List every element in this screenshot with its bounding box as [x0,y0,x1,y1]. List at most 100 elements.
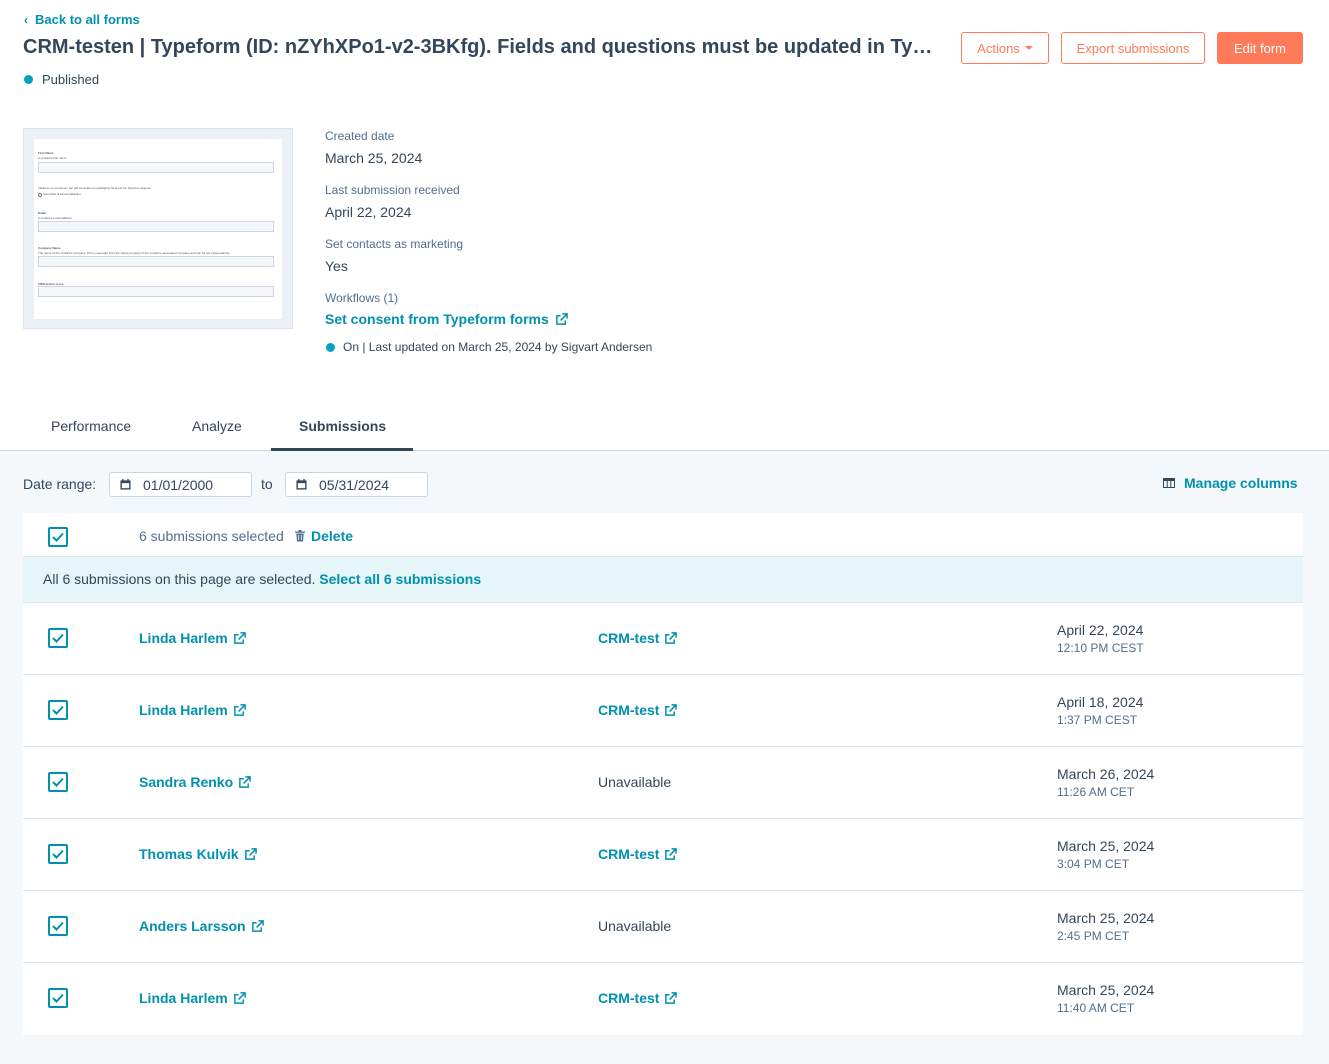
external-link-icon [239,775,251,788]
selection-bar: 6 submissions selected Delete [23,513,1303,557]
workflow-link[interactable]: Set consent from Typeform forms [325,311,568,327]
submission-date: April 22, 2024 [1057,622,1144,638]
submission-time: 11:40 AM CET [1057,1001,1135,1015]
actions-button-label: Actions [977,40,1020,56]
contact-link[interactable]: Linda Harlem [139,702,246,718]
delete-button[interactable]: Delete [295,528,353,544]
manage-columns-label: Manage columns [1184,475,1298,491]
external-link-icon [233,991,246,1004]
date-from-input[interactable]: 01/01/2000 [109,472,252,497]
external-link-icon [251,919,264,932]
calendar-icon [120,479,131,490]
date-to-label: to [261,476,273,492]
caret-down-icon [1024,46,1033,50]
status-dot-icon [326,342,335,352]
workflow-status: On | Last updated on March 25, 2024 by S… [326,340,652,354]
delete-label: Delete [311,528,354,544]
row-checkbox[interactable] [48,916,68,936]
created-date-value: March 25, 2024 [325,150,423,166]
form-name: CRM-test [598,990,660,1006]
form-preview-thumbnail: First Name A contact's first name Indike… [23,128,293,329]
workflow-link-label: Set consent from Typeform forms [325,311,549,327]
tab-performance[interactable]: Performance [51,418,131,434]
form-cell: Unavailable [598,918,671,934]
preview-field-input [38,221,274,232]
form-name: Unavailable [598,918,672,934]
external-link-icon [665,631,678,644]
contact-link[interactable]: Anders Larsson [139,918,264,934]
submission-time: 2:45 PM CET [1057,929,1130,943]
submission-date: March 25, 2024 [1057,910,1155,926]
row-checkbox[interactable] [48,700,68,720]
contact-name: Linda Harlem [139,990,228,1006]
table-row: Linda Harlem CRM-test March 25, 2024 11:40 … [23,963,1303,1035]
marketing-value: Yes [325,258,348,274]
tab-submissions[interactable]: Submissions [299,418,386,434]
external-link-icon [233,631,246,644]
contact-name: Linda Harlem [139,702,228,718]
table-row: Linda Harlem CRM-test April 22, 2024 12:10 … [23,603,1303,675]
contact-link[interactable]: Linda Harlem [139,990,246,1006]
submission-date: March 25, 2024 [1057,838,1155,854]
selection-banner: All 6 submissions on this page are selec… [23,557,1303,603]
form-link[interactable]: CRM-test [598,846,678,862]
date-to-input[interactable]: 05/31/2024 [285,472,428,497]
checkmark-icon [52,993,64,1003]
preview-field-input [38,286,274,297]
edit-form-button[interactable]: Edit form [1217,32,1303,64]
submissions-table: 6 submissions selected Delete All 6 subm… [23,513,1303,1035]
preview-radio-icon [38,193,42,197]
form-link[interactable]: CRM-test [598,630,678,646]
columns-icon [1163,478,1175,488]
external-link-icon [665,847,678,860]
contact-name: Anders Larsson [139,918,246,934]
last-submission-label: Last submission received [325,183,460,197]
preview-field-help: A contact's email address [38,216,72,220]
submission-date: March 26, 2024 [1057,766,1155,782]
back-link-label: Back to all forms [35,12,140,27]
checkmark-icon [52,705,64,715]
external-link-icon [555,312,568,325]
form-cell: Unavailable [598,774,671,790]
table-row: Thomas Kulvik CRM-test March 25, 2024 3:04 … [23,819,1303,891]
date-from-value: 01/01/2000 [143,476,214,493]
tab-analyze[interactable]: Analyze [192,418,242,434]
contact-link[interactable]: Thomas Kulvik [139,846,257,862]
external-link-icon [665,703,678,716]
preview-field-label: First Name [38,151,54,155]
table-row: Linda Harlem CRM-test April 18, 2024 1:37 P… [23,675,1303,747]
form-name: CRM-test [598,846,660,862]
row-checkbox[interactable] [48,772,68,792]
submission-time: 12:10 PM CEST [1057,641,1144,655]
preview-field-input [38,256,274,267]
page-title: CRM-testen | Typeform (ID: nZYhXPo1-v2-3… [23,36,933,58]
checkmark-icon [52,777,64,787]
manage-columns-button[interactable]: Manage columns [1163,475,1298,491]
form-name: CRM-test [598,702,660,718]
status-badge: Published [24,72,99,87]
form-link[interactable]: CRM-test [598,702,678,718]
status-label: Published [42,72,100,87]
export-submissions-button[interactable]: Export submissions [1061,32,1205,64]
submission-date: March 25, 2024 [1057,982,1155,998]
select-all-checkbox[interactable] [48,527,68,547]
contact-name: Linda Harlem [139,630,228,646]
row-checkbox[interactable] [48,988,68,1008]
checkmark-icon [52,633,64,643]
form-link[interactable]: CRM-test [598,990,678,1006]
date-to-value: 05/31/2024 [319,476,390,493]
submission-time: 3:04 PM CET [1057,857,1130,871]
submission-date: April 18, 2024 [1057,694,1144,710]
contact-name: Thomas Kulvik [139,846,239,862]
table-row: Anders Larsson Unavailable March 25, 2024 2… [23,891,1303,963]
submission-time: 11:26 AM CET [1057,785,1135,799]
selection-banner-text: All 6 submissions on this page are selec… [43,571,316,587]
actions-button[interactable]: Actions [961,32,1049,64]
row-checkbox[interactable] [48,628,68,648]
back-link[interactable]: ‹ Back to all forms [24,12,140,27]
last-submission-value: April 22, 2024 [325,204,412,220]
row-checkbox[interactable] [48,844,68,864]
contact-link[interactable]: Linda Harlem [139,630,246,646]
contact-link[interactable]: Sandra Renko [139,774,251,790]
select-all-link[interactable]: Select all 6 submissions [319,571,481,587]
